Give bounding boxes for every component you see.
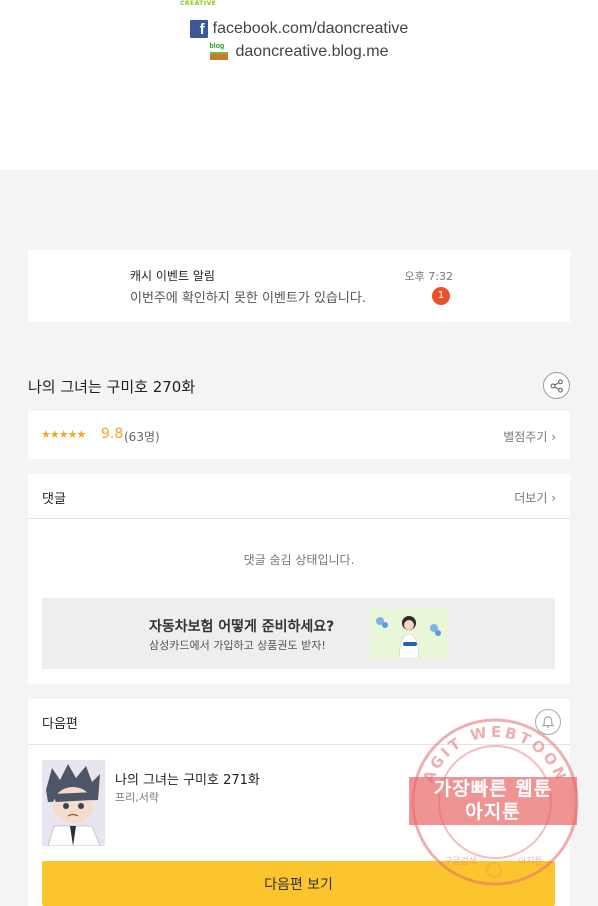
ad-banner[interactable]: 자동차보험 어떻게 준비하세요? 삼성카드에서 가입하고 상품권도 받자! <box>42 598 555 669</box>
comments-more-link[interactable]: 더보기 › <box>514 489 556 506</box>
notification-body: 이번주에 확인하지 못한 이벤트가 있습니다. <box>130 291 366 306</box>
ad-subtitle: 삼성카드에서 가입하고 상품권도 받자! <box>149 639 326 652</box>
creative-logo-text: CREATIVE <box>180 0 217 7</box>
comments-hidden-message: 댓글 숨김 상태입니다. <box>243 553 355 567</box>
facebook-icon: f <box>189 20 208 38</box>
facebook-url: facebook.com/daoncreative <box>212 20 409 37</box>
comments-title: 댓글 <box>42 492 66 507</box>
rate-episode-link[interactable]: 별점주기 › <box>503 428 556 445</box>
next-episode-header: 다음편 <box>28 699 570 745</box>
blog-credit[interactable]: blog daoncreative.blog.me <box>0 43 598 61</box>
notification-badge: 1 <box>432 287 450 305</box>
rating-score: 9.8 <box>101 426 124 442</box>
creator-credits-section: CREATIVE f facebook.com/daoncreative blo… <box>0 0 598 170</box>
notification-card[interactable]: 캐시 이벤트 알림 이번주에 확인하지 못한 이벤트가 있습니다. 오후 7:3… <box>28 250 570 322</box>
rating-card: ★★★★★ 9.8 (63명) 별점주기 › <box>28 411 570 459</box>
facebook-credit[interactable]: f facebook.com/daoncreative <box>0 20 598 38</box>
comments-header: 댓글 더보기 › <box>28 474 570 519</box>
comments-card: 댓글 더보기 › 댓글 숨김 상태입니다. 자동차보험 어떻게 준비하세요? 삼… <box>28 474 570 684</box>
view-next-episode-button[interactable]: 다음편 보기 <box>42 861 555 906</box>
episode-title: 나의 그녀는 구미호 270화 <box>28 378 196 396</box>
notification-title: 캐시 이벤트 알림 <box>130 269 215 283</box>
ad-image <box>370 608 448 659</box>
blog-url: daoncreative.blog.me <box>235 43 389 60</box>
share-icon <box>550 378 563 393</box>
notify-button[interactable] <box>535 709 561 735</box>
next-episode-title[interactable]: 나의 그녀는 구미호 271화 <box>115 769 260 788</box>
next-episode-genre: 프리,서락 <box>115 791 159 804</box>
share-button[interactable] <box>543 372 570 399</box>
blog-icon: blog <box>209 43 228 61</box>
next-episode-thumbnail[interactable] <box>42 760 105 846</box>
notification-time: 오후 7:32 <box>404 270 453 283</box>
rating-count: (63명) <box>124 430 160 444</box>
star-rating-icons: ★★★★★ <box>41 428 86 441</box>
next-section-title: 다음편 <box>42 717 78 732</box>
ad-title: 자동차보험 어떻게 준비하세요? <box>149 619 335 635</box>
bell-icon <box>541 716 555 728</box>
watermark-label-text: 가장빠른 웹툰 아지툰 <box>433 778 553 823</box>
watermark-label: 가장빠른 웹툰 아지툰 <box>409 777 577 825</box>
